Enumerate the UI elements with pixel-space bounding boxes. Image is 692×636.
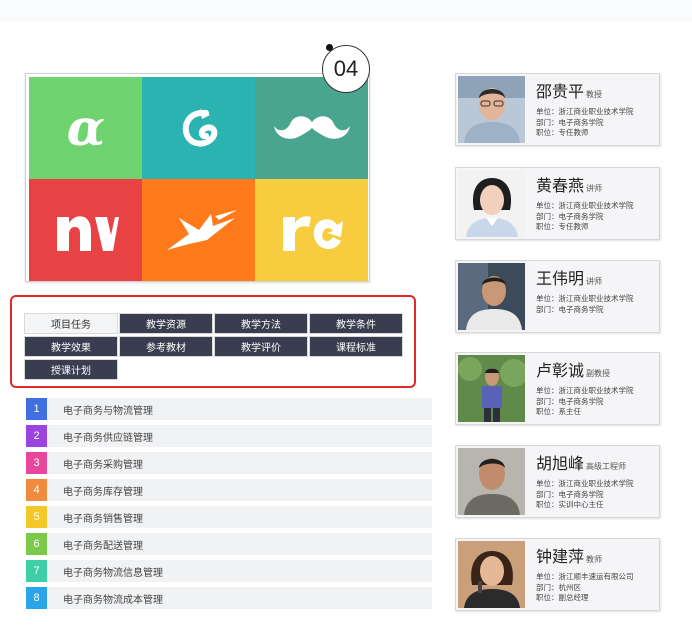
- list-item[interactable]: 4 电子商务库存管理: [26, 479, 432, 501]
- person-unit: 单位：浙江商业职业技术学院: [536, 479, 634, 488]
- list-item-label: 电子商务供应链管理: [63, 432, 153, 444]
- person-unit: 单位：浙江商业职业技术学院: [536, 201, 634, 210]
- person-unit: 单位：浙江商业职业技术学院: [536, 294, 634, 303]
- list-number: 8: [26, 587, 47, 609]
- list-item-label: 电子商务物流成本管理: [63, 594, 163, 606]
- person-position: 职位：实训中心主任: [536, 500, 604, 509]
- swirl-logo-icon: [182, 109, 217, 147]
- nv-logo-tile[interactable]: [29, 179, 142, 281]
- person-position: 职位：专任教师: [536, 128, 589, 137]
- person-title: 教授: [586, 90, 603, 99]
- top-bar: [0, 0, 692, 22]
- list-number: 5: [26, 506, 47, 528]
- svg-text:α: α: [66, 103, 104, 153]
- person-department: 部门：电子商务学院: [536, 304, 604, 314]
- list-number: 7: [26, 560, 47, 582]
- list-item[interactable]: 7 电子商务物流信息管理: [26, 560, 432, 582]
- list-number: 3: [26, 452, 47, 474]
- avatar: [458, 541, 525, 608]
- list-number: 6: [26, 533, 47, 555]
- list-item[interactable]: 8 电子商务物流成本管理: [26, 587, 432, 609]
- person-title: 高级工程师: [586, 462, 627, 471]
- list-item[interactable]: 3 电子商务采购管理: [26, 452, 432, 474]
- person-position: 职位：系主任: [536, 407, 581, 416]
- list-number: 2: [26, 425, 47, 447]
- profile-card[interactable]: 胡旭峰 高级工程师 单位：浙江商业职业技术学院 部门：电子商务学院 职位：实训中心…: [455, 445, 660, 518]
- person-name: 邵贵平: [536, 84, 585, 101]
- person-position: 职位：专任教师: [536, 222, 589, 231]
- alpha-logo-icon: α: [66, 103, 104, 153]
- person-department: 部门：电子商务学院: [536, 211, 604, 221]
- person-title: 教师: [586, 555, 603, 564]
- alpha-logo-tile[interactable]: α: [29, 77, 142, 179]
- avatar: [458, 448, 525, 515]
- profile-card[interactable]: 钟建萍 教师 单位：浙江顺丰速运有限公司 部门：杭州区 职位：副总经理: [455, 538, 660, 611]
- person-department: 部门：电子商务学院: [536, 117, 604, 127]
- rc-logo-tile[interactable]: [255, 179, 368, 281]
- list-item-label: 电子商务采购管理: [63, 459, 143, 471]
- person-name: 卢彰诚: [536, 363, 585, 380]
- list-item-label: 电子商务物流信息管理: [63, 567, 163, 579]
- swirl-logo-tile[interactable]: [142, 77, 255, 179]
- step-number-badge: 04: [322, 45, 370, 93]
- course-nav: 项目任务 教学资源 教学方法 教学条件 教学效果 参考教材 教学评价 课程标准 …: [24, 313, 405, 381]
- list-item-label: 电子商务与物流管理: [63, 405, 153, 417]
- avatar: [458, 263, 525, 330]
- list-number: 1: [26, 398, 47, 420]
- nav-tab-reference-textbooks[interactable]: 参考教材: [119, 336, 213, 357]
- list-item-label: 电子商务库存管理: [63, 486, 143, 498]
- rc-arrow-icon: [282, 216, 343, 251]
- profile-card[interactable]: 卢彰诚 副教授 单位：浙江商业职业技术学院 部门：电子商务学院 职位：系主任: [455, 352, 660, 425]
- person-unit: 单位：浙江商业职业技术学院: [536, 107, 634, 116]
- hummingbird-icon: [166, 210, 237, 250]
- avatar: [458, 170, 525, 237]
- list-item-label: 电子商务配送管理: [63, 540, 143, 552]
- nav-tab-teaching-evaluation[interactable]: 教学评价: [214, 336, 308, 357]
- profile-card[interactable]: 黄春燕 讲师 单位：浙江商业职业技术学院 部门：电子商务学院 职位：专任教师: [455, 167, 660, 240]
- logo-tile-panel: α: [25, 73, 370, 282]
- profile-card[interactable]: 王伟明 讲师 单位：浙江商业职业技术学院 部门：电子商务学院: [455, 260, 660, 333]
- nav-tab-project-tasks[interactable]: 项目任务: [24, 313, 118, 334]
- nav-tab-teaching-conditions[interactable]: 教学条件: [309, 313, 403, 334]
- list-item[interactable]: 6 电子商务配送管理: [26, 533, 432, 555]
- person-title: 副教授: [586, 369, 611, 378]
- person-position: 职位：副总经理: [536, 593, 589, 602]
- list-item[interactable]: 5 电子商务销售管理: [26, 506, 432, 528]
- person-unit: 单位：浙江顺丰速运有限公司: [536, 572, 634, 581]
- nav-tab-teaching-methods[interactable]: 教学方法: [214, 313, 308, 334]
- list-item-label: 电子商务销售管理: [63, 513, 143, 525]
- person-title: 讲师: [586, 184, 603, 193]
- person-department: 部门：电子商务学院: [536, 396, 604, 406]
- list-number: 4: [26, 479, 47, 501]
- person-name: 黄春燕: [536, 178, 585, 195]
- person-name: 钟建萍: [536, 549, 585, 566]
- person-name: 胡旭峰: [536, 456, 585, 473]
- list-item[interactable]: 2 电子商务供应链管理: [26, 425, 432, 447]
- nav-tab-teaching-resources[interactable]: 教学资源: [119, 313, 213, 334]
- profile-card[interactable]: 邵贵平 教授 单位：浙江商业职业技术学院 部门：电子商务学院 职位：专任教师: [455, 73, 660, 146]
- person-name: 王伟明: [536, 271, 585, 288]
- avatar: [458, 355, 525, 422]
- badge-dot: [326, 44, 333, 51]
- person-department: 部门：杭州区: [536, 582, 581, 592]
- person-title: 讲师: [586, 277, 603, 286]
- nav-tab-teaching-effect[interactable]: 教学效果: [24, 336, 118, 357]
- nav-tab-teaching-plan[interactable]: 授课计划: [24, 359, 118, 380]
- person-unit: 单位：浙江商业职业技术学院: [536, 386, 634, 395]
- nv-logo-icon: [56, 216, 119, 251]
- mustache-icon: [273, 116, 350, 139]
- avatar: [458, 76, 525, 143]
- nav-tab-course-standards[interactable]: 课程标准: [309, 336, 403, 357]
- list-item[interactable]: 1 电子商务与物流管理: [26, 398, 432, 420]
- person-department: 部门：电子商务学院: [536, 489, 604, 499]
- hummingbird-logo-tile[interactable]: [142, 179, 255, 281]
